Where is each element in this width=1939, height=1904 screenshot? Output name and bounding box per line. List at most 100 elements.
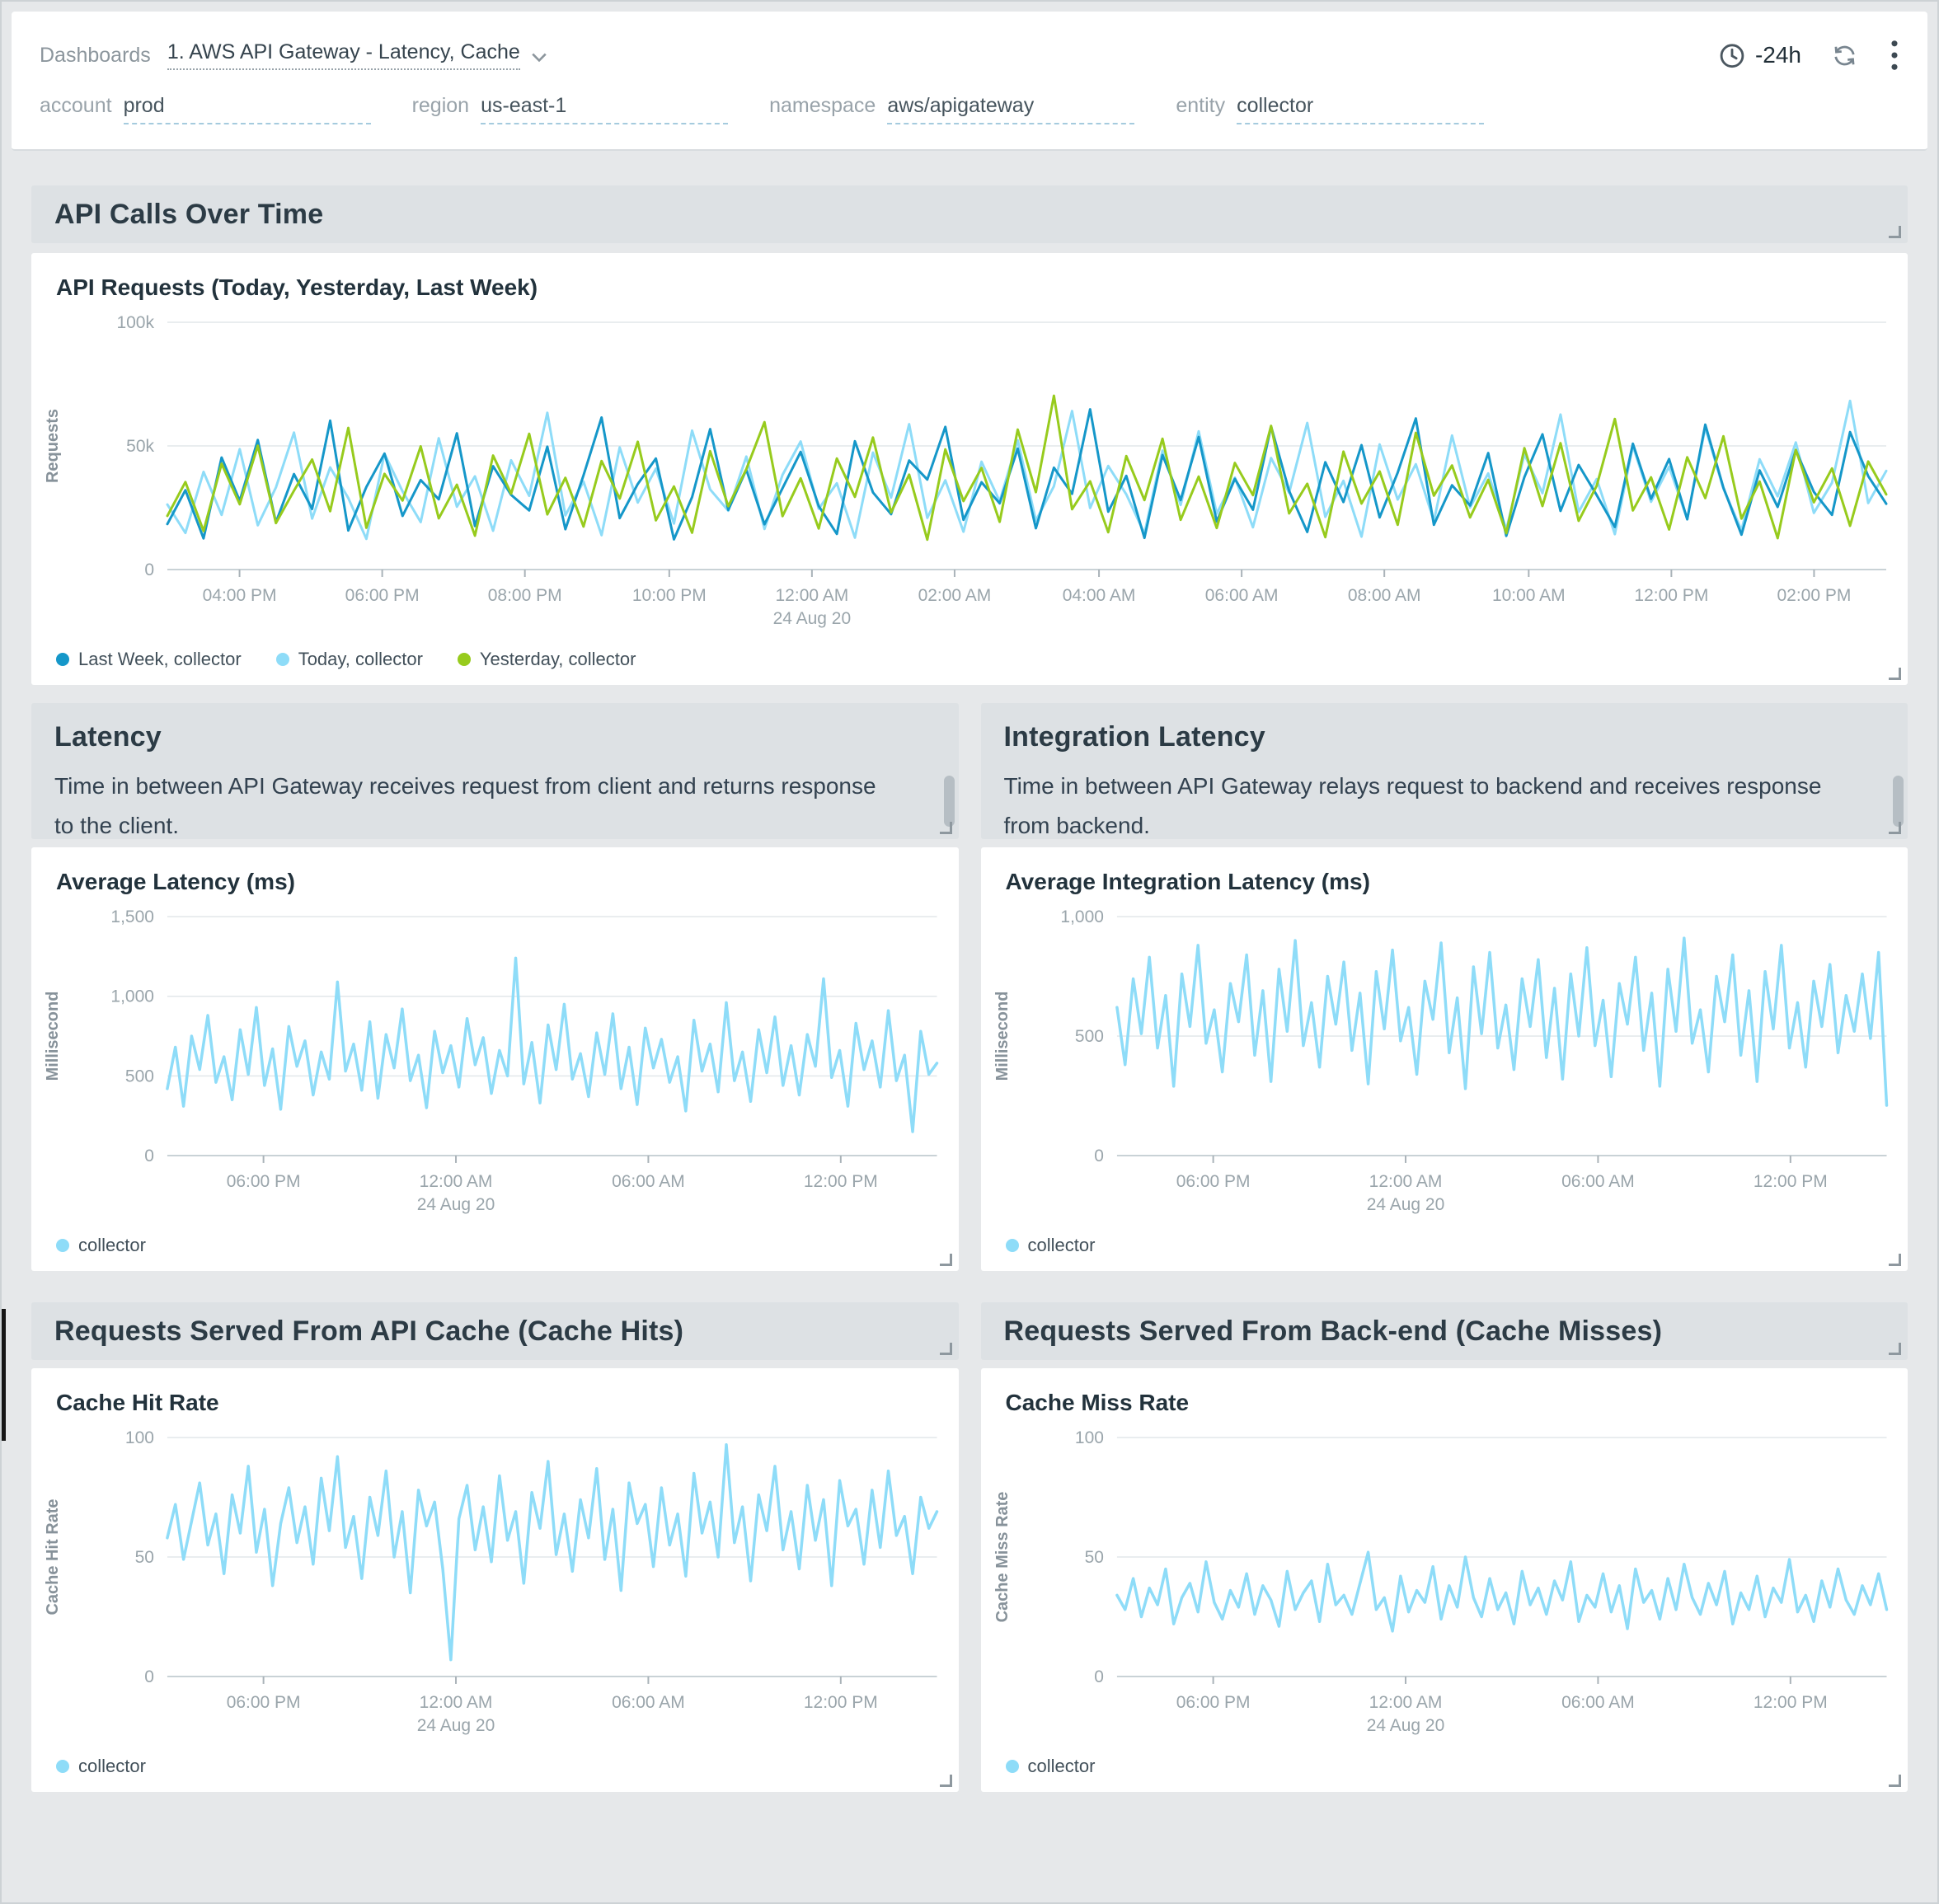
section-cache-hits-header: Requests Served From API Cache (Cache Hi… (31, 1302, 959, 1360)
legend-dot (1006, 1239, 1019, 1252)
time-range-value[interactable]: -24h (1755, 42, 1801, 68)
legend-label: collector (78, 1235, 146, 1256)
top-card: Dashboards 1. AWS API Gateway - Latency,… (12, 12, 1927, 151)
dashboard-selector[interactable]: 1. AWS API Gateway - Latency, Cache (167, 40, 547, 70)
resize-corner-icon[interactable] (1889, 1343, 1901, 1355)
api-requests-line-chart[interactable]: 050k100k04:00 PM06:00 PM08:00 PM10:00 PM… (31, 309, 1908, 639)
dashboard-title: 1. AWS API Gateway - Latency, Cache (167, 40, 520, 70)
svg-text:1,000: 1,000 (1060, 907, 1104, 926)
chart-average-integration-latency: Average Integration Latency (ms) 05001,0… (981, 847, 1908, 1271)
section-title: Requests Served From Back-end (Cache Mis… (1004, 1315, 1663, 1348)
filter-account: account prod (40, 94, 371, 124)
chart-legend: collector (981, 1746, 1908, 1782)
chart-title: Average Integration Latency (ms) (981, 847, 1908, 903)
chart-title: Cache Miss Rate (981, 1368, 1908, 1424)
resize-corner-icon[interactable] (940, 1775, 952, 1787)
svg-text:0: 0 (144, 1147, 154, 1165)
resize-corner-icon[interactable] (1889, 668, 1901, 680)
legend-label: Today, collector (298, 649, 423, 670)
chart-legend: collector (31, 1225, 959, 1261)
resize-corner-icon[interactable] (1889, 226, 1901, 238)
legend-item[interactable]: collector (1006, 1235, 1096, 1256)
filter-value[interactable]: aws/apigateway (887, 94, 1134, 124)
legend-item[interactable]: collector (56, 1235, 146, 1256)
svg-text:Cache Miss Rate: Cache Miss Rate (993, 1492, 1011, 1623)
legend-item[interactable]: Today, collector (276, 649, 423, 670)
legend-item[interactable]: collector (56, 1756, 146, 1777)
dashboard-content: API Calls Over Time API Requests (Today,… (12, 185, 1927, 1792)
section-title: Latency (54, 721, 936, 753)
svg-text:06:00 PM: 06:00 PM (1176, 1172, 1250, 1191)
svg-text:Requests: Requests (44, 409, 62, 483)
breadcrumb[interactable]: Dashboards (40, 44, 151, 68)
top-bar-left: Dashboards 1. AWS API Gateway - Latency,… (40, 40, 547, 70)
resize-corner-icon[interactable] (940, 1343, 952, 1355)
section-title: Integration Latency (1004, 721, 1885, 753)
filter-entity: entity collector (1176, 94, 1484, 124)
chevron-down-icon (531, 52, 547, 63)
legend-dot (56, 1239, 69, 1252)
legend-dot (56, 1760, 69, 1773)
resize-corner-icon[interactable] (940, 1254, 952, 1266)
legend-dot (458, 653, 471, 666)
kebab-menu-icon[interactable] (1890, 40, 1899, 71)
filter-value[interactable]: prod (124, 94, 371, 124)
svg-text:06:00 PM: 06:00 PM (345, 586, 420, 605)
legend-item[interactable]: collector (1006, 1756, 1096, 1777)
scrollbar-thumb[interactable] (1893, 776, 1904, 827)
svg-text:08:00 PM: 08:00 PM (488, 586, 562, 605)
svg-text:24 Aug 20: 24 Aug 20 (417, 1195, 495, 1214)
top-bar-right: -24h (1717, 40, 1899, 71)
resize-corner-icon[interactable] (1889, 1254, 1901, 1266)
svg-text:08:00 AM: 08:00 AM (1348, 586, 1421, 605)
svg-text:12:00 PM: 12:00 PM (804, 1172, 878, 1191)
svg-text:12:00 PM: 12:00 PM (1634, 586, 1708, 605)
svg-text:100: 100 (1074, 1428, 1103, 1447)
time-range-clock-icon[interactable] (1717, 40, 1747, 70)
svg-text:12:00 PM: 12:00 PM (1753, 1172, 1827, 1191)
svg-text:04:00 AM: 04:00 AM (1063, 586, 1136, 605)
svg-text:1,500: 1,500 (110, 907, 154, 926)
svg-text:0: 0 (1094, 1667, 1104, 1686)
chart-cache-miss-rate: Cache Miss Rate 05010006:00 PM12:00 AM24… (981, 1368, 1908, 1792)
svg-text:24 Aug 20: 24 Aug 20 (1366, 1716, 1444, 1735)
svg-text:04:00 PM: 04:00 PM (203, 586, 277, 605)
filter-label: entity (1176, 94, 1225, 118)
chart-title: Cache Hit Rate (31, 1368, 959, 1424)
legend-label: Yesterday, collector (480, 649, 636, 670)
svg-text:0: 0 (144, 1667, 154, 1686)
scroll-position-marker (2, 1309, 6, 1441)
chart-cache-hit-rate: Cache Hit Rate 05010006:00 PM12:00 AM24 … (31, 1368, 959, 1792)
legend-label: collector (78, 1756, 146, 1777)
section-latency-header: Latency Time in between API Gateway rece… (31, 703, 959, 839)
resize-corner-icon[interactable] (1889, 1775, 1901, 1787)
svg-text:50k: 50k (126, 437, 154, 456)
filter-value[interactable]: collector (1237, 94, 1484, 124)
resize-corner-icon[interactable] (940, 822, 952, 834)
scrollbar-thumb[interactable] (944, 776, 955, 827)
dashboard-page: Dashboards 1. AWS API Gateway - Latency,… (0, 0, 1939, 1904)
top-bar: Dashboards 1. AWS API Gateway - Latency,… (40, 12, 1899, 81)
svg-text:100: 100 (125, 1428, 154, 1447)
refresh-icon[interactable] (1831, 42, 1858, 69)
legend-label: collector (1028, 1235, 1096, 1256)
average-latency-line-chart[interactable]: 05001,0001,50006:00 PM12:00 AM24 Aug 200… (31, 903, 959, 1225)
svg-text:12:00 AM: 12:00 AM (776, 586, 849, 605)
average-integration-latency-line-chart[interactable]: 05001,00006:00 PM12:00 AM24 Aug 2006:00 … (981, 903, 1908, 1225)
svg-text:0: 0 (1094, 1147, 1104, 1165)
svg-text:12:00 AM: 12:00 AM (420, 1693, 493, 1712)
resize-corner-icon[interactable] (1889, 822, 1901, 834)
legend-item[interactable]: Yesterday, collector (458, 649, 636, 670)
cache-miss-rate-line-chart[interactable]: 05010006:00 PM12:00 AM24 Aug 2006:00 AM1… (981, 1424, 1908, 1746)
svg-text:12:00 AM: 12:00 AM (420, 1172, 493, 1191)
legend-item[interactable]: Last Week, collector (56, 649, 242, 670)
svg-text:1,000: 1,000 (110, 987, 154, 1006)
section-api-calls-header: API Calls Over Time (31, 185, 1908, 243)
svg-text:12:00 PM: 12:00 PM (804, 1693, 878, 1712)
svg-text:10:00 AM: 10:00 AM (1492, 586, 1566, 605)
svg-text:50: 50 (1084, 1548, 1103, 1567)
svg-text:06:00 AM: 06:00 AM (612, 1693, 685, 1712)
svg-text:Millisecond: Millisecond (44, 992, 62, 1081)
cache-hit-rate-line-chart[interactable]: 05010006:00 PM12:00 AM24 Aug 2006:00 AM1… (31, 1424, 959, 1746)
filter-value[interactable]: us-east-1 (481, 94, 728, 124)
